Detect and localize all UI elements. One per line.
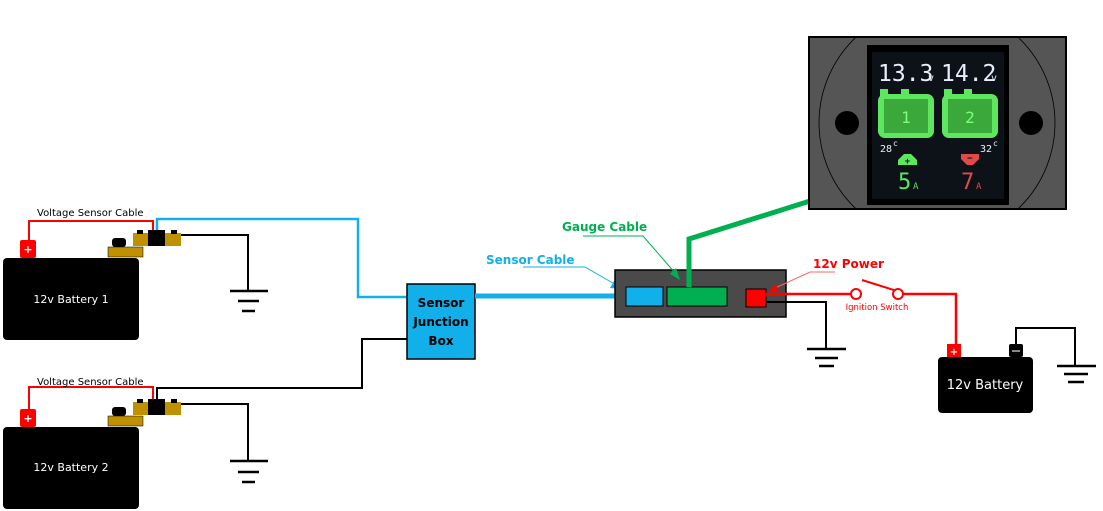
battery-2-group: Voltage Sensor Cable + 12v Battery 2 [3, 338, 407, 509]
sensor-cable-leader [523, 266, 619, 287]
junction-box-label-line2: Junction [412, 315, 468, 329]
battery-2-number: 2 [965, 108, 975, 127]
battery-1-label: 12v Battery 1 [33, 293, 108, 306]
battery-2-display-icon: 2 [942, 89, 998, 138]
sensor-cable-label: Sensor Cable [486, 253, 575, 267]
charge-current: 5 [898, 170, 911, 195]
battery-1-temp-unit: c [893, 139, 898, 148]
switch-contact-left [850, 288, 862, 300]
voltage-sensor-label-2: Voltage Sensor Cable [37, 377, 144, 388]
plus-icon: + [23, 243, 32, 256]
sensor-junction-box: Sensor Junction Box [406, 283, 476, 360]
sensor-wire-1 [155, 217, 407, 299]
junction-box-label-line3: Box [428, 334, 453, 348]
wiring-diagram: Voltage Sensor Cable + 12v Battery 1 Vol… [3, 36, 1096, 509]
charge-symbol: + [905, 157, 911, 167]
battery-1-negative-post [112, 238, 126, 247]
battery-1-display-icon: 1 [878, 89, 934, 138]
charge-current-unit: A [913, 182, 919, 192]
battery-2-voltage-unit: v [991, 73, 997, 84]
ground-symbol-2 [230, 459, 268, 484]
gauge-cable-label: Gauge Cable [562, 220, 647, 234]
ground-symbol-1 [230, 289, 268, 313]
junction-box-label-line1: Sensor [418, 296, 465, 310]
battery-2-negative-clamp [107, 415, 144, 427]
battery-main-group: + 12v Battery [938, 327, 1096, 413]
battery-2-negative-post [112, 407, 126, 416]
switch-contact-right [892, 288, 904, 300]
gauge-port [666, 286, 728, 307]
gauge-cable-leader [583, 235, 677, 275]
power-label: 12v Power [813, 257, 884, 271]
battery-1-negative-clamp [107, 246, 144, 258]
discharge-symbol: − [967, 154, 973, 164]
battery-main-label: 12v Battery [947, 378, 1024, 393]
discharge-current-unit: A [976, 182, 982, 192]
ignition-switch-label: Ignition Switch [846, 303, 909, 313]
discharge-current: 7 [961, 170, 974, 195]
battery-2-temp: 32 [980, 144, 992, 155]
sensor-wire-2 [156, 338, 407, 400]
battery-1-voltage: 13.3 [878, 61, 933, 87]
power-port [745, 288, 767, 308]
shunt-1-sensor [148, 230, 165, 246]
battery-1-number: 1 [901, 108, 911, 127]
ignition-switch-lever[interactable] [861, 279, 898, 292]
mount-hole-left [835, 111, 859, 135]
battery-1-temp: 28 [880, 144, 892, 155]
sensor-port [625, 286, 664, 307]
battery-1-group: Voltage Sensor Cable + 12v Battery 1 [3, 208, 407, 340]
ground-wire-2 [175, 403, 249, 461]
ground-symbol-hub [807, 347, 846, 368]
ground-wire-1 [175, 234, 249, 291]
mount-hole-right [1019, 111, 1043, 135]
battery-gauge: 13.3 v 14.2 v 1 2 28 c 32 c + 5 A − 7 A [808, 36, 1067, 210]
shunt-2-sensor [148, 399, 165, 415]
battery-2-voltage: 14.2 [941, 61, 996, 87]
plus-icon: + [23, 412, 32, 425]
plus-icon: + [950, 347, 958, 358]
battery-2-label: 12v Battery 2 [33, 461, 108, 474]
controller-hub [614, 269, 787, 318]
battery-1-voltage-unit: v [928, 73, 934, 84]
battery-2-temp-unit: c [993, 139, 998, 148]
power-wire-battery [903, 292, 958, 345]
voltage-sensor-label-1: Voltage Sensor Cable [37, 208, 144, 219]
ground-symbol-main [1057, 364, 1096, 384]
